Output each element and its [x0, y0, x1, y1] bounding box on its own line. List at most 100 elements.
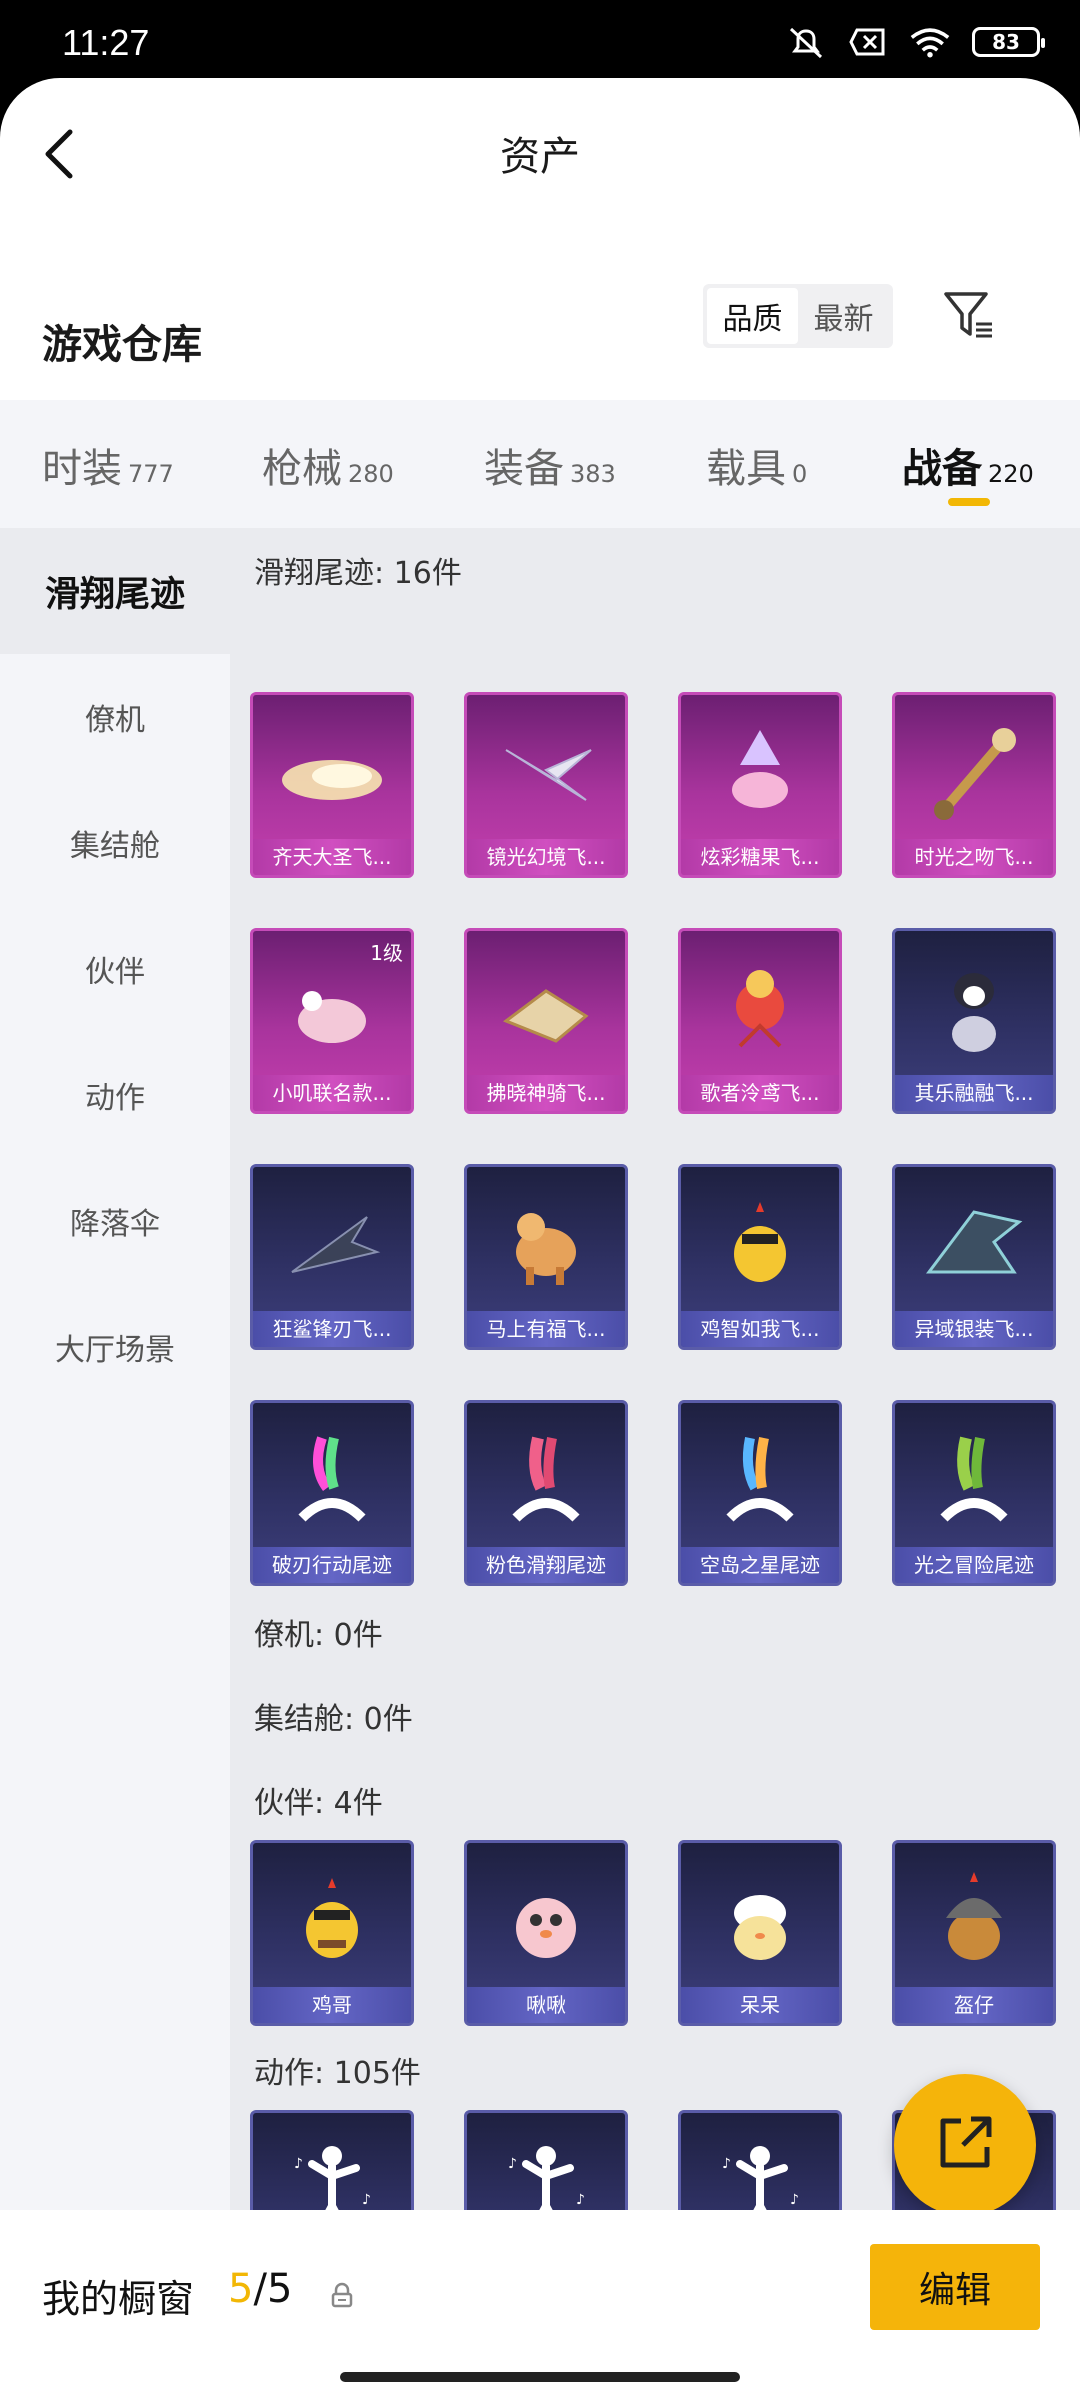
glide-item-card[interactable]: 齐天大圣飞... [250, 692, 414, 878]
filter-icon[interactable] [940, 286, 996, 342]
item-name: 破刃行动尾迹 [253, 1547, 411, 1583]
close-box-icon [848, 26, 888, 58]
pink-chick-image [467, 1843, 625, 1993]
yellow-chicken-image [681, 1167, 839, 1317]
toy-horse-image [467, 1167, 625, 1317]
golden-scepter-image [895, 695, 1053, 845]
trail-rainbow-image [253, 1403, 411, 1553]
glide-item-card[interactable]: 马上有福飞... [464, 1164, 628, 1350]
silver-wing-image [467, 695, 625, 845]
edit-button[interactable]: 编辑 [870, 2244, 1040, 2330]
item-name: 粉色滑翔尾迹 [467, 1547, 625, 1583]
sidebar-item-emote[interactable]: 动作 [0, 1032, 230, 1158]
item-level-badge: 1级 [370, 941, 403, 965]
glide-item-card[interactable]: 破刃行动尾迹 [250, 1400, 414, 1586]
sidebar-item-wingman[interactable]: 僚机 [0, 654, 230, 780]
glide-item-card[interactable]: 粉色滑翔尾迹 [464, 1400, 628, 1586]
partner-item-card[interactable]: 啾啾 [464, 1840, 628, 2026]
sort-newest-button[interactable]: 最新 [798, 288, 889, 344]
lock-icon [330, 2282, 354, 2308]
item-name: 炫彩糖果飞... [681, 839, 839, 875]
shark-glider-image [253, 1167, 411, 1317]
candy-crystal-image [681, 695, 839, 845]
item-name: 齐天大圣飞... [253, 839, 411, 875]
tab-firearms[interactable]: 枪械 280 [262, 436, 394, 494]
item-name: 马上有福飞... [467, 1311, 625, 1347]
helmet-chick-image [895, 1843, 1053, 1993]
egg-chick-image [681, 1843, 839, 1993]
item-name: 啾啾 [467, 1987, 625, 2023]
sidebar-item-capsule[interactable]: 集结舱 [0, 780, 230, 906]
item-name: 狂鲨锋刃飞... [253, 1311, 411, 1347]
penguin-stack-image [895, 931, 1053, 1081]
category-tabs: 时装 777 枪械 280 装备 383 载具 0 战备 220 [0, 400, 1080, 528]
status-time: 11:27 [62, 22, 150, 63]
nav-bar: 资产 [0, 78, 1080, 228]
battery-icon: 83 [972, 27, 1045, 57]
wifi-icon [910, 26, 950, 58]
partner-item-card[interactable]: 鸡哥 [250, 1840, 414, 2026]
trail-multi-image [681, 1403, 839, 1553]
page-title: 资产 [500, 134, 580, 180]
status-bar: 11:27 83 [0, 0, 1080, 80]
svg-text:♪: ♪ [790, 2192, 799, 2208]
tab-fashion[interactable]: 时装 777 [42, 436, 174, 494]
sort-toggle: 品质 最新 [703, 284, 893, 348]
showcase-label: 我的橱窗 [42, 2277, 195, 2321]
item-name: 拂晓神骑飞... [467, 1075, 625, 1111]
share-fab[interactable] [894, 2074, 1036, 2216]
tab-vehicles[interactable]: 载具 0 [706, 436, 807, 494]
warehouse-title: 游戏仓库 [42, 322, 202, 368]
glide-item-card[interactable]: 歌者泠鸢飞... [678, 928, 842, 1114]
sort-quality-button[interactable]: 品质 [707, 288, 798, 344]
sidebar-item-lobby-scene[interactable]: 大厅场景 [0, 1284, 230, 1410]
svg-text:♪: ♪ [362, 2192, 371, 2208]
item-name: 盔仔 [895, 1987, 1053, 2023]
glide-item-card[interactable]: 1级小叽联名款... [250, 928, 414, 1114]
external-link-icon [933, 2111, 997, 2179]
glide-item-card[interactable]: 狂鲨锋刃飞... [250, 1164, 414, 1350]
glide-item-card[interactable]: 空岛之星尾迹 [678, 1400, 842, 1586]
svg-text:♪: ♪ [294, 2156, 303, 2172]
glide-item-card[interactable]: 其乐融融飞... [892, 928, 1056, 1114]
partner-item-card[interactable]: 呆呆 [678, 1840, 842, 2026]
partner-item-card[interactable]: 盔仔 [892, 1840, 1056, 2026]
sidebar-item-parachute[interactable]: 降落伞 [0, 1158, 230, 1284]
silver-blade-image [895, 1167, 1053, 1317]
item-name: 歌者泠鸢飞... [681, 1075, 839, 1111]
item-name: 异域银装飞... [895, 1311, 1053, 1347]
glide-item-card[interactable]: 拂晓神骑飞... [464, 928, 628, 1114]
item-name: 小叽联名款... [253, 1075, 411, 1111]
section-title-wingman: 僚机: 0件 [254, 1618, 383, 1653]
glide-item-card[interactable]: 镜光幻境飞... [464, 692, 628, 878]
home-indicator [340, 2372, 740, 2382]
glide-item-card[interactable]: 鸡智如我飞... [678, 1164, 842, 1350]
sidebar: 滑翔尾迹 僚机 集结舱 伙伴 动作 降落伞 大厅场景 [0, 528, 230, 2288]
item-name: 空岛之星尾迹 [681, 1547, 839, 1583]
item-name: 鸡哥 [253, 1987, 411, 2023]
glide-item-card[interactable]: 异域银装飞... [892, 1164, 1056, 1350]
item-name: 镜光幻境飞... [467, 839, 625, 875]
battery-level: 83 [992, 30, 1020, 54]
cool-chicken-image [253, 1843, 411, 1993]
sidebar-item-partner[interactable]: 伙伴 [0, 906, 230, 1032]
glide-item-card[interactable]: 炫彩糖果飞... [678, 692, 842, 878]
showcase-count: 5/5 [228, 2266, 293, 2312]
sidebar-item-glide-trail[interactable]: 滑翔尾迹 [0, 528, 230, 654]
section-title-glide: 滑翔尾迹: 16件 [254, 556, 462, 591]
golden-cloud-image [253, 695, 411, 845]
section-title-partner: 伙伴: 4件 [254, 1786, 383, 1821]
svg-text:♪: ♪ [722, 2156, 731, 2172]
mute-icon [786, 26, 826, 59]
trail-pink-image [467, 1403, 625, 1553]
trail-green-image [895, 1403, 1053, 1553]
status-icons: 83 [786, 26, 1045, 59]
svg-text:♪: ♪ [508, 2156, 517, 2172]
glide-item-card[interactable]: 光之冒险尾迹 [892, 1400, 1056, 1586]
item-name: 呆呆 [681, 1987, 839, 2023]
tab-combat-gear[interactable]: 战备 220 [902, 436, 1034, 494]
glide-item-card[interactable]: 时光之吻飞... [892, 692, 1056, 878]
tab-equipment[interactable]: 装备 383 [484, 436, 616, 494]
showcase-bar: 我的橱窗 5/5 编辑 [0, 2210, 1080, 2400]
item-grid: 滑翔尾迹: 16件 僚机: 0件 集结舱: 0件 伙伴: 4件 动作: 105件… [230, 528, 1080, 2288]
